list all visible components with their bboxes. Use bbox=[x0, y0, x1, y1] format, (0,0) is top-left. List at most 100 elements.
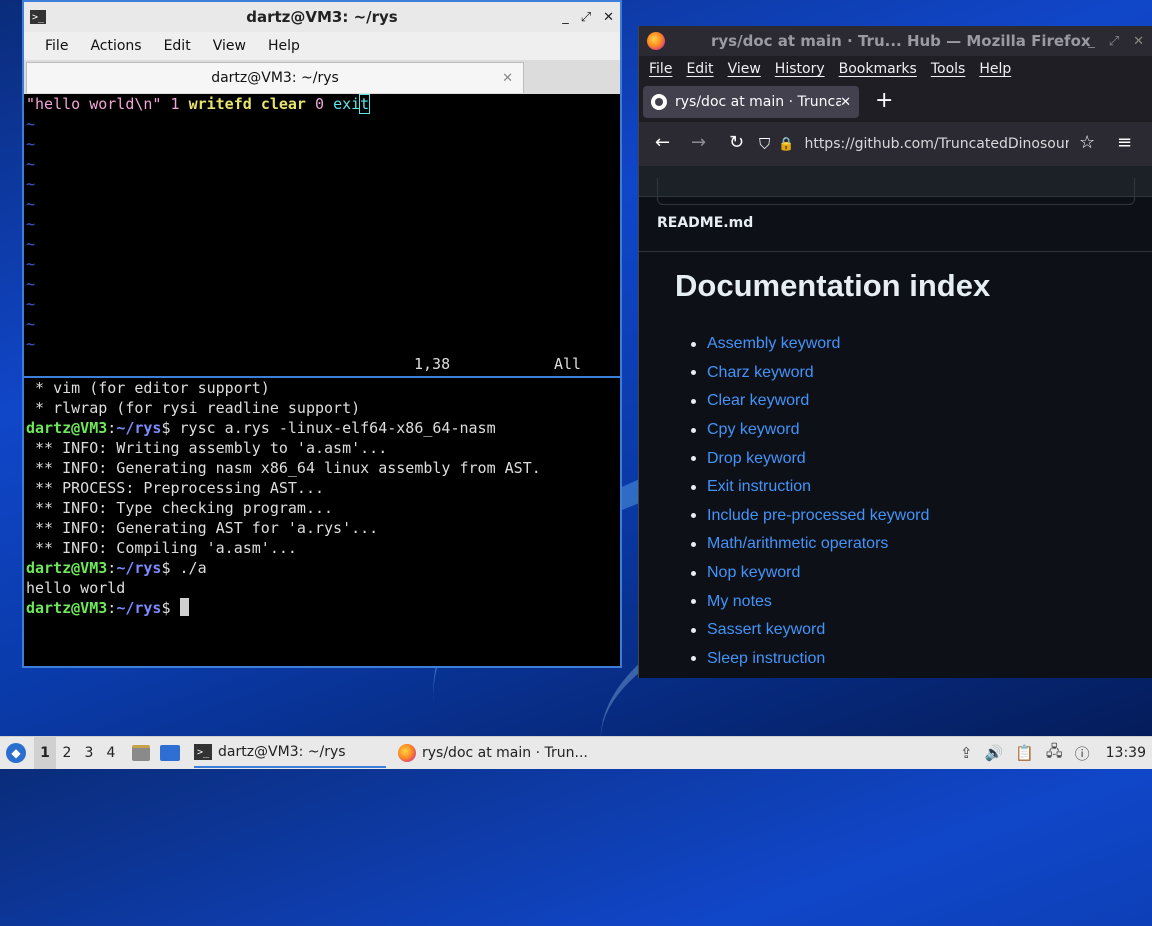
terminal-window-title: dartz@VM3: ~/rys bbox=[246, 8, 398, 26]
menu-view[interactable]: View bbox=[728, 61, 761, 77]
notification-icon[interactable]: ⓘ bbox=[1075, 743, 1090, 764]
menu-file[interactable]: File bbox=[649, 61, 672, 77]
terminal-tab[interactable]: dartz@VM3: ~/rys ✕ bbox=[26, 62, 524, 93]
list-item: Math/arithmetic operators bbox=[691, 530, 929, 559]
vim-empty-line: ~ bbox=[26, 315, 36, 333]
doc-link-list: Assembly keyword Charz keyword Clear key… bbox=[691, 330, 929, 673]
tab-close-icon[interactable]: ✕ bbox=[502, 71, 513, 86]
vim-editor-pane[interactable]: "hello world\n" 1 writefd clear 0 exit ~… bbox=[24, 94, 620, 378]
workspace-1[interactable]: 1 bbox=[34, 737, 56, 769]
shell-output-line: ** INFO: Type checking program... bbox=[26, 499, 334, 517]
menu-edit[interactable]: Edit bbox=[153, 38, 202, 54]
shield-icon[interactable]: ⛉ bbox=[759, 135, 770, 153]
close-icon[interactable]: ✕ bbox=[603, 10, 614, 25]
menu-file[interactable]: File bbox=[34, 38, 79, 54]
vim-cursor: t bbox=[359, 94, 371, 114]
vim-scroll-indicator: All bbox=[554, 355, 582, 373]
workspace-4[interactable]: 4 bbox=[100, 745, 122, 761]
shell-command-line: dartz@VM3:~/rys$ ./a bbox=[26, 559, 207, 577]
menu-bookmarks[interactable]: Bookmarks bbox=[839, 61, 917, 77]
tab-close-icon[interactable]: ✕ bbox=[840, 95, 851, 110]
url-text[interactable]: https://github.com/TruncatedDinosour/rys bbox=[804, 136, 1069, 152]
list-item: Nop keyword bbox=[691, 559, 929, 588]
browser-tab-label: rys/doc at main · TruncatedDinosour bbox=[675, 94, 841, 110]
taskbar-task-terminal[interactable]: >_ dartz@VM3: ~/rys bbox=[194, 738, 386, 768]
readme-filename[interactable]: README.md bbox=[657, 215, 753, 231]
bookmark-star-icon[interactable]: ☆ bbox=[1079, 132, 1095, 153]
doc-link[interactable]: Math/arithmetic operators bbox=[707, 535, 888, 553]
terminal-tab-label: dartz@VM3: ~/rys bbox=[211, 70, 339, 86]
shell-output-line: hello world bbox=[26, 579, 126, 597]
terminal-icon: >_ bbox=[194, 744, 212, 760]
list-item: My notes bbox=[691, 587, 929, 616]
menu-help[interactable]: Help bbox=[979, 61, 1011, 77]
doc-link[interactable]: Include pre-processed keyword bbox=[707, 507, 929, 525]
url-bar[interactable]: ⛉ 🔒 https://github.com/TruncatedDinosour… bbox=[759, 130, 1069, 158]
maximize-icon[interactable]: ⤢ bbox=[581, 10, 591, 25]
terminal-titlebar[interactable]: >_ dartz@VM3: ~/rys _ ⤢ ✕ bbox=[24, 2, 620, 32]
show-desktop-icon[interactable] bbox=[160, 745, 180, 761]
minimize-icon[interactable]: _ bbox=[562, 10, 569, 25]
maximize-icon[interactable]: ⤢ bbox=[1109, 34, 1119, 49]
taskbar-task-firefox[interactable]: rys/doc at main · Trun... bbox=[398, 738, 598, 768]
vim-code-line: "hello world\n" 1 writefd clear 0 exit bbox=[26, 94, 371, 114]
doc-link[interactable]: Charz keyword bbox=[707, 364, 814, 382]
minimize-icon[interactable]: _ bbox=[1088, 34, 1095, 49]
github-icon bbox=[651, 94, 667, 110]
menu-edit[interactable]: Edit bbox=[686, 61, 713, 77]
vim-empty-line: ~ bbox=[26, 115, 36, 133]
forward-button[interactable]: → bbox=[691, 132, 706, 153]
doc-link[interactable]: Clear keyword bbox=[707, 392, 809, 410]
doc-link[interactable]: Sleep instruction bbox=[707, 650, 825, 668]
doc-link[interactable]: Nop keyword bbox=[707, 564, 800, 582]
vim-empty-line: ~ bbox=[26, 235, 36, 253]
volume-icon[interactable]: 🔊 bbox=[985, 744, 1004, 762]
workspace-3[interactable]: 3 bbox=[78, 745, 100, 761]
clock[interactable]: 13:39 bbox=[1106, 745, 1146, 761]
list-item: Charz keyword bbox=[691, 359, 929, 388]
shell-prompt-line[interactable]: dartz@VM3:~/rys$ bbox=[26, 598, 620, 618]
back-button[interactable]: ← bbox=[655, 132, 670, 153]
firefox-navbar: ← → ↻ ⛉ 🔒 https://github.com/TruncatedDi… bbox=[639, 122, 1152, 166]
list-item: Include pre-processed keyword bbox=[691, 502, 929, 531]
shell-output-line: ** INFO: Generating AST for 'a.rys'... bbox=[26, 519, 379, 537]
clipboard-icon[interactable]: 📋 bbox=[1015, 744, 1034, 762]
list-item: Exit instruction bbox=[691, 473, 929, 502]
lock-icon[interactable]: 🔒 bbox=[778, 137, 794, 152]
workspace-2[interactable]: 2 bbox=[56, 745, 78, 761]
terminal-tabbar: dartz@VM3: ~/rys ✕ bbox=[24, 60, 620, 94]
list-item: Sassert keyword bbox=[691, 616, 929, 645]
shell-output-line: * vim (for editor support) bbox=[26, 379, 270, 397]
hamburger-menu-icon[interactable]: ≡ bbox=[1117, 132, 1132, 153]
shell-pane[interactable]: * vim (for editor support) * rlwrap (for… bbox=[24, 378, 620, 660]
firefox-titlebar[interactable]: rys/doc at main · Tru... Hub — Mozilla F… bbox=[639, 26, 1152, 56]
menu-view[interactable]: View bbox=[202, 38, 257, 54]
doc-link[interactable]: Assembly keyword bbox=[707, 335, 840, 353]
network-icon[interactable]: 🖧 bbox=[1046, 741, 1063, 766]
taskbar-task-label: dartz@VM3: ~/rys bbox=[218, 744, 346, 760]
shell-output-line: ** INFO: Writing assembly to 'a.asm'... bbox=[26, 439, 388, 457]
menu-tools[interactable]: Tools bbox=[931, 61, 966, 77]
reload-button[interactable]: ↻ bbox=[729, 132, 744, 153]
menu-history[interactable]: History bbox=[775, 61, 825, 77]
new-tab-button[interactable]: + bbox=[875, 88, 893, 113]
update-icon[interactable]: ⇪ bbox=[960, 744, 973, 762]
menu-help[interactable]: Help bbox=[257, 38, 311, 54]
doc-link[interactable]: Sassert keyword bbox=[707, 621, 825, 639]
doc-link[interactable]: Drop keyword bbox=[707, 450, 806, 468]
terminal-window[interactable]: >_ dartz@VM3: ~/rys _ ⤢ ✕ File Actions E… bbox=[22, 0, 622, 668]
firefox-window[interactable]: rys/doc at main · Tru... Hub — Mozilla F… bbox=[638, 26, 1152, 678]
file-manager-icon[interactable] bbox=[132, 745, 150, 761]
firefox-icon bbox=[647, 32, 665, 50]
doc-link[interactable]: My notes bbox=[707, 593, 772, 611]
close-icon[interactable]: ✕ bbox=[1133, 34, 1144, 49]
start-menu-icon[interactable]: ◆ bbox=[6, 743, 26, 763]
list-item: Drop keyword bbox=[691, 444, 929, 473]
browser-tab[interactable]: rys/doc at main · TruncatedDinosour ✕ bbox=[643, 86, 859, 118]
doc-link[interactable]: Exit instruction bbox=[707, 478, 811, 496]
readme-header: README.md bbox=[639, 196, 1152, 251]
doc-link[interactable]: Cpy keyword bbox=[707, 421, 799, 439]
menu-actions[interactable]: Actions bbox=[79, 38, 152, 54]
firefox-icon bbox=[398, 744, 416, 762]
list-item: Sleep instruction bbox=[691, 645, 929, 674]
